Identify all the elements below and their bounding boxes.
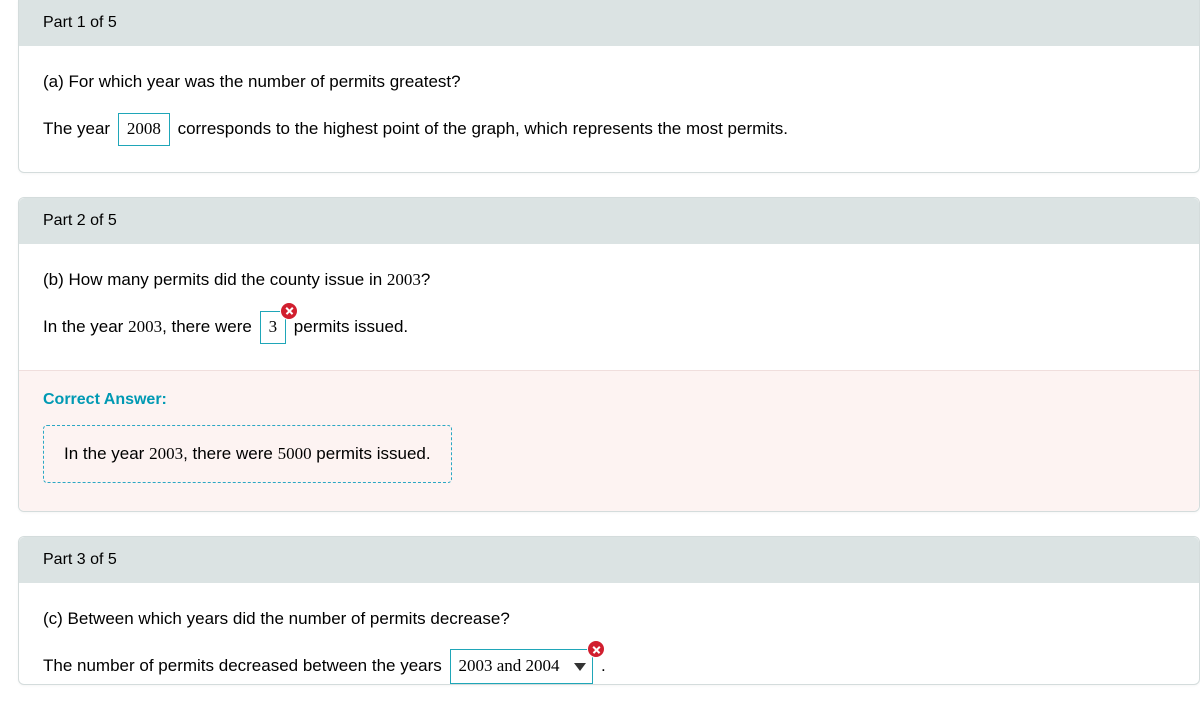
years-dropdown[interactable]: 2003 and 2004	[450, 649, 594, 684]
value: 5000	[278, 444, 312, 463]
dropdown-value: 2003 and 2004	[459, 656, 560, 675]
part-2-body: (b) How many permits did the county issu…	[19, 244, 1199, 370]
text: ?	[421, 270, 430, 289]
year: 2003	[149, 444, 183, 463]
part-2-answer-line: In the year 2003, there were 3 permits i…	[43, 311, 1175, 344]
year: 2003	[128, 317, 162, 336]
text: In the year	[64, 444, 149, 463]
text: , there were	[183, 444, 278, 463]
text: .	[601, 656, 606, 675]
part-1-answer-line: The year 2008 corresponds to the highest…	[43, 113, 1175, 146]
text: permits issued.	[312, 444, 431, 463]
part-3: Part 3 of 5 (c) Between which years did …	[18, 536, 1200, 686]
year: 2003	[387, 270, 421, 289]
text: (b) How many permits did the county issu…	[43, 270, 387, 289]
part-3-question: (c) Between which years did the number o…	[43, 605, 1175, 634]
part-3-answer-line: The number of permits decreased between …	[43, 649, 1175, 684]
wrong-answer-wrap: 3	[257, 311, 290, 344]
part-3-body: (c) Between which years did the number o…	[19, 583, 1199, 685]
part-1-header: Part 1 of 5	[19, 0, 1199, 46]
text: In the year	[43, 317, 128, 336]
part-1-body: (a) For which year was the number of per…	[19, 46, 1199, 172]
text: permits issued.	[294, 317, 408, 336]
incorrect-icon	[280, 302, 298, 320]
part-2: Part 2 of 5 (b) How many permits did the…	[18, 197, 1200, 512]
text: corresponds to the highest point of the …	[178, 119, 788, 138]
wrong-answer-wrap: 2003 and 2004	[447, 649, 597, 684]
correct-answer-label: Correct Answer:	[43, 391, 1175, 409]
text: The number of permits decreased between …	[43, 656, 442, 675]
part-2-question: (b) How many permits did the county issu…	[43, 266, 1175, 295]
part-2-header: Part 2 of 5	[19, 198, 1199, 244]
part-3-header: Part 3 of 5	[19, 537, 1199, 583]
chevron-down-icon	[574, 663, 586, 671]
correct-answer-box: In the year 2003, there were 5000 permit…	[43, 425, 452, 483]
correct-answer-block: Correct Answer: In the year 2003, there …	[19, 370, 1199, 511]
part-1: Part 1 of 5 (a) For which year was the n…	[18, 0, 1200, 173]
text: The year	[43, 119, 110, 138]
text: , there were	[162, 317, 252, 336]
year-answer-box[interactable]: 2008	[118, 113, 170, 146]
part-1-question: (a) For which year was the number of per…	[43, 68, 1175, 97]
